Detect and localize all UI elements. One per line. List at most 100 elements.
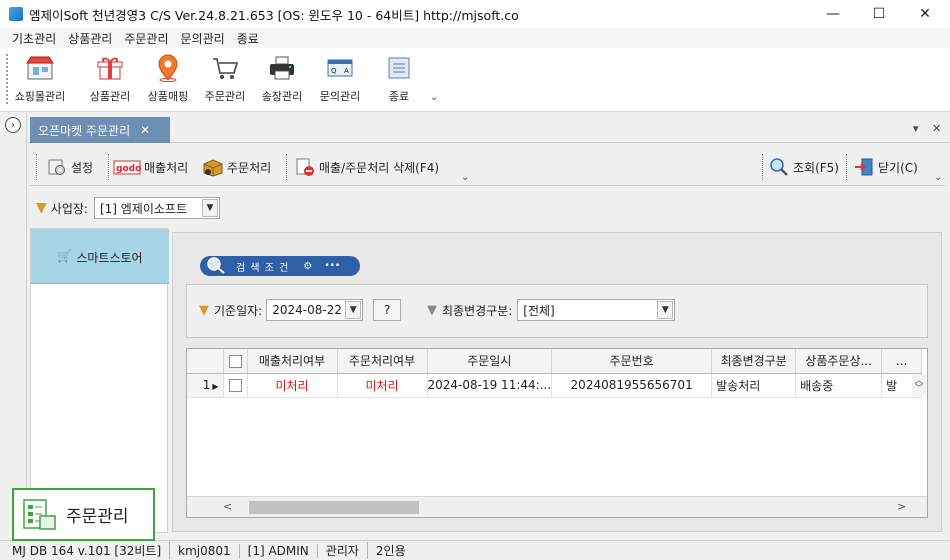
- toolbar-overflow-icon[interactable]: ⌄: [430, 92, 438, 103]
- menu-products[interactable]: 상품관리: [62, 30, 118, 47]
- toolbar-exit[interactable]: 종료: [370, 54, 428, 104]
- command-overflow-right-icon[interactable]: ⌄: [934, 172, 942, 183]
- printer-icon: [267, 54, 297, 82]
- toolbar-invoices[interactable]: 송장관리: [253, 54, 311, 104]
- tab-close-all-icon[interactable]: ✕: [932, 122, 941, 135]
- chevron-down-icon[interactable]: ▼: [345, 301, 362, 319]
- branch-label: 사업장:: [50, 201, 88, 216]
- toolbar-shopping-mall[interactable]: 쇼핑몰관리: [11, 54, 69, 104]
- branch-select[interactable]: [1] 엠제이소프트 ▼: [93, 197, 220, 219]
- row-indicator: 1 ▶: [187, 373, 224, 398]
- horizontal-scrollbar[interactable]: < >: [187, 496, 927, 517]
- nav-item-label: 스마트스토어: [76, 251, 143, 265]
- sales-process-label: 매출처리: [144, 160, 189, 175]
- toolbar-product-mapping[interactable]: 상품매핑: [139, 54, 197, 104]
- filter-group: ▼ 기준일자: 2024-08-22 ▼ ? ▼ 최종변경구분: [전체] ▼: [186, 284, 928, 338]
- sales-process-button[interactable]: godo 매출처리: [113, 154, 188, 180]
- date-picker[interactable]: 2024-08-22 ▼: [266, 299, 364, 321]
- col-rownum[interactable]: [187, 349, 224, 374]
- nav-item-smartstore[interactable]: 🛒 스마트스토어: [31, 229, 169, 284]
- close-c-button[interactable]: 닫기(C): [853, 154, 918, 180]
- settings-label: 설정: [71, 160, 94, 175]
- col-more[interactable]: ...: [881, 349, 923, 374]
- toolbar-grip[interactable]: [6, 54, 9, 104]
- map-pin-icon: [153, 54, 183, 82]
- toolbar-label: 문의관리: [319, 90, 361, 103]
- status-db: MJ DB 164 v.101 [32비트]: [4, 542, 171, 559]
- select-all-checkbox[interactable]: [228, 354, 242, 368]
- cart-icon: [210, 54, 240, 82]
- order-process-button[interactable]: 주문처리: [202, 154, 271, 180]
- window-title: 엠제이Soft 천년경영3 C/S Ver.24.8.21.653 [OS: 윈…: [29, 7, 519, 23]
- col-order-no[interactable]: 주문번호: [551, 349, 713, 374]
- godo-logo-text: godo: [116, 164, 141, 174]
- expand-panel-icon[interactable]: ›: [5, 117, 21, 133]
- orders-grid: 매출처리여부 주문처리여부 주문일시 주문번호 최종변경구분 상품주문상... …: [186, 348, 928, 518]
- status-role: 관리자: [318, 542, 368, 559]
- tab-label: 오픈마켓 주문관리: [38, 123, 131, 138]
- date-label: 기준일자:: [214, 303, 263, 318]
- chevron-down-icon[interactable]: ▼: [657, 301, 674, 319]
- change-filter: ▼ 최종변경구분: [전체] ▼: [427, 299, 676, 321]
- gift-box-icon: [95, 54, 125, 82]
- funnel-gray-icon: ▼: [427, 302, 437, 318]
- vertical-scroll-icon[interactable]: ︿ ﹀: [912, 374, 926, 396]
- divider: [108, 154, 109, 180]
- col-last-change[interactable]: 최종변경구분: [711, 349, 797, 374]
- tab-close-icon[interactable]: ✕: [140, 123, 150, 137]
- module-badge-label: 주문관리: [66, 507, 129, 527]
- search-badge-label: 검 색 조 건: [236, 262, 290, 274]
- chevron-down-icon[interactable]: ▼: [201, 199, 218, 217]
- menu-inquiries[interactable]: 문의관리: [175, 30, 231, 47]
- search-f5-button[interactable]: 조회(F5): [768, 154, 839, 180]
- orders-table: 매출처리여부 주문처리여부 주문일시 주문번호 최종변경구분 상품주문상... …: [187, 349, 923, 398]
- row-check-cell[interactable]: [223, 373, 248, 398]
- close-window-button[interactable]: ✕: [902, 0, 948, 28]
- exit-door-icon: [853, 157, 875, 177]
- toolbar-label: 쇼핑몰관리: [14, 90, 66, 103]
- change-value: [전체]: [523, 303, 555, 318]
- menu-basic[interactable]: 기초관리: [6, 30, 62, 47]
- minimize-button[interactable]: —: [810, 0, 856, 28]
- change-label: 최종변경구분:: [442, 303, 513, 318]
- tab-open-market-orders[interactable]: 오픈마켓 주문관리 ✕: [30, 117, 170, 143]
- more-icon[interactable]: •••: [324, 261, 340, 271]
- menu-bar: 기초관리 상품관리 주문관리 문의관리 종료: [0, 28, 950, 48]
- exit-icon: [384, 54, 414, 82]
- app-icon: [9, 7, 23, 21]
- divider: [846, 154, 847, 180]
- menu-exit[interactable]: 종료: [231, 30, 265, 47]
- row-checkbox[interactable]: [228, 379, 242, 392]
- package-icon: [202, 157, 224, 177]
- scroll-thumb[interactable]: [249, 501, 419, 514]
- col-check[interactable]: [223, 349, 248, 374]
- toolbar-orders[interactable]: 주문관리: [196, 54, 254, 104]
- qa-icon: QA: [325, 54, 355, 82]
- scroll-left-icon[interactable]: <: [223, 500, 232, 513]
- search-conditions-badge[interactable]: 검 색 조 건 ⚙ •••: [200, 256, 360, 276]
- col-order-datetime[interactable]: 주문일시: [427, 349, 553, 374]
- magnifier-badge-icon: [204, 256, 230, 277]
- toolbar-inquiries[interactable]: QA 문의관리: [311, 54, 369, 104]
- table-row[interactable]: 1 ▶ 미처리 미처리 2024-08-19 11:44:... 20240819…: [187, 373, 923, 398]
- tab-menu-arrow-icon[interactable]: ▾: [913, 122, 919, 135]
- row-pointer-icon: ▶: [212, 382, 219, 391]
- change-select[interactable]: [전체] ▼: [517, 299, 676, 321]
- cart-small-icon: 🛒: [57, 249, 73, 263]
- title-bar: 엠제이Soft 천년경영3 C/S Ver.24.8.21.653 [OS: 윈…: [0, 0, 950, 28]
- delete-processing-label: 매출/주문처리 삭제(F4): [319, 160, 440, 175]
- cell-last-change: 발송처리: [711, 373, 797, 398]
- scroll-right-icon[interactable]: >: [897, 500, 906, 513]
- col-sales-status[interactable]: 매출처리여부: [247, 349, 338, 374]
- document-tab-strip: 오픈마켓 주문관리 ✕ ▾ ✕: [28, 117, 950, 143]
- date-help-button[interactable]: ?: [373, 299, 402, 321]
- settings-button[interactable]: 설정: [46, 154, 93, 180]
- command-overflow-icon[interactable]: ⌄: [461, 172, 469, 183]
- delete-processing-button[interactable]: 매출/주문처리 삭제(F4): [294, 154, 439, 180]
- menu-orders[interactable]: 주문관리: [118, 30, 174, 47]
- col-item-status[interactable]: 상품주문상...: [795, 349, 883, 374]
- toolbar-label: 상품관리: [89, 90, 131, 103]
- toolbar-products[interactable]: 상품관리: [81, 54, 139, 104]
- maximize-button[interactable]: ☐: [856, 0, 902, 28]
- col-order-status[interactable]: 주문처리여부: [337, 349, 428, 374]
